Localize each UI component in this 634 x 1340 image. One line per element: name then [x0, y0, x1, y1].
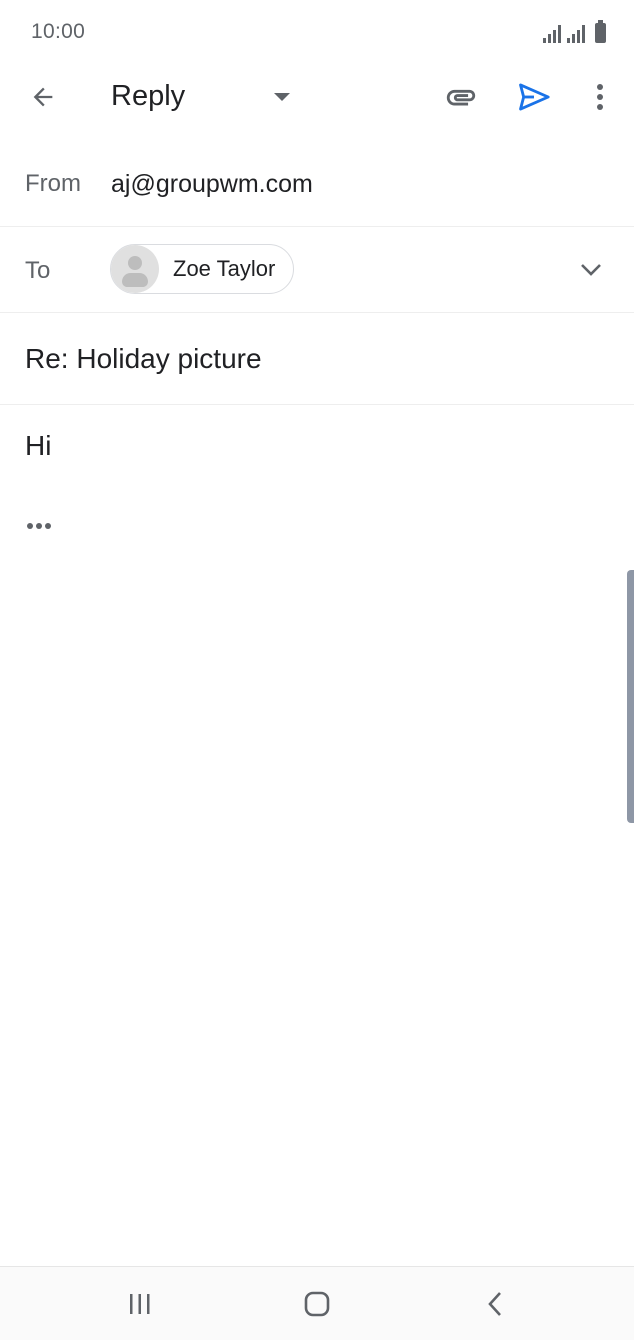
status-icons	[543, 19, 606, 43]
show-quoted-text-button[interactable]	[22, 514, 56, 538]
arrow-back-icon	[33, 87, 53, 107]
status-time: 10:00	[31, 20, 86, 43]
recipient-name: Zoe Taylor	[173, 256, 276, 281]
signal-icon	[567, 23, 585, 43]
expand-recipients-button[interactable]	[570, 249, 612, 291]
more-vert-icon	[597, 84, 603, 110]
recents-button[interactable]	[110, 1281, 170, 1327]
battery-icon	[595, 20, 606, 43]
from-address[interactable]: aj@groupwm.com	[111, 170, 313, 199]
home-icon	[304, 1291, 330, 1317]
dot-icon	[45, 523, 51, 529]
reply-mode-dropdown[interactable]	[262, 82, 302, 112]
reply-mode-title[interactable]: Reply	[111, 80, 185, 113]
dropdown-arrow-icon	[274, 93, 290, 101]
subject-field[interactable]: Re: Holiday picture	[0, 313, 634, 405]
send-icon	[519, 83, 550, 111]
to-label: To	[25, 257, 51, 284]
more-options-button[interactable]	[578, 74, 622, 120]
chevron-left-icon	[488, 1292, 501, 1316]
message-body[interactable]: Hi	[25, 430, 51, 462]
system-back-button[interactable]	[465, 1281, 525, 1327]
send-button[interactable]	[511, 74, 557, 120]
to-field[interactable]: To Zoe Taylor	[0, 227, 634, 313]
from-label: From	[25, 170, 81, 197]
status-bar: 10:00	[0, 0, 634, 66]
back-button[interactable]	[20, 74, 66, 120]
dot-icon	[36, 523, 42, 529]
scrollbar-thumb[interactable]	[627, 570, 634, 823]
avatar	[111, 245, 159, 293]
signal-icon	[543, 23, 561, 43]
attach-button[interactable]	[438, 74, 484, 120]
from-field[interactable]: From aj@groupwm.com	[0, 140, 634, 227]
paperclip-icon	[446, 89, 476, 106]
home-button[interactable]	[287, 1281, 347, 1327]
app-bar: Reply	[0, 66, 634, 128]
recents-icon	[130, 1294, 150, 1314]
subject-input[interactable]: Re: Holiday picture	[25, 343, 262, 375]
recipient-chip[interactable]: Zoe Taylor	[110, 244, 295, 294]
chevron-down-icon	[581, 264, 601, 276]
dot-icon	[27, 523, 33, 529]
system-nav-bar	[0, 1266, 634, 1340]
